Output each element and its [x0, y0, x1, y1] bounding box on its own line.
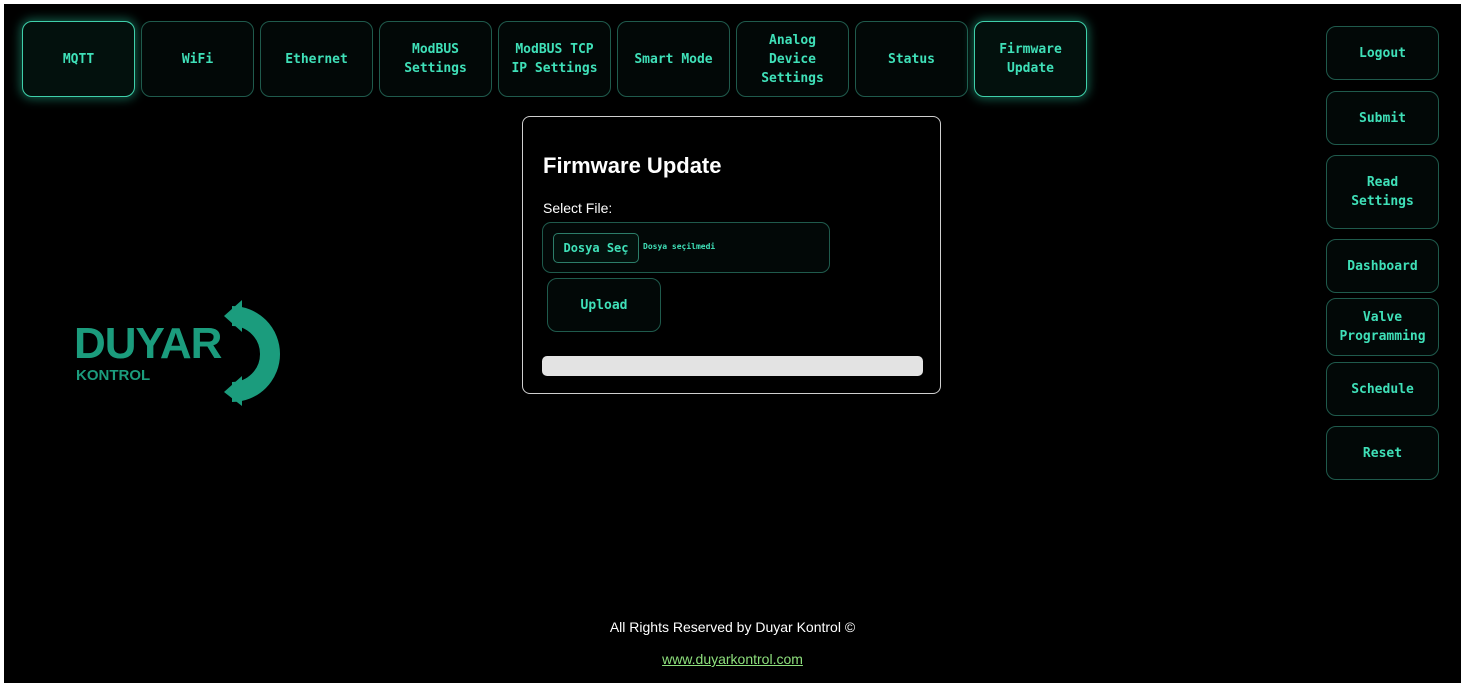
read-settings-button[interactable]: Read Settings [1326, 155, 1439, 229]
dashboard-button[interactable]: Dashboard [1326, 239, 1439, 293]
footer-copyright: All Rights Reserved by Duyar Kontrol © [609, 619, 856, 635]
duyar-kontrol-logo: DUYAR KONTROL [74, 296, 294, 406]
tab-modbus-settings[interactable]: ModBUS Settings [379, 21, 492, 97]
upload-button[interactable]: Upload [547, 278, 661, 332]
tab-firmware-update[interactable]: Firmware Update [974, 21, 1087, 97]
tab-analog-device-settings[interactable]: Analog Device Settings [736, 21, 849, 97]
choose-file-button[interactable]: Dosya Seç [553, 233, 639, 263]
firmware-update-title: Firmware Update [543, 153, 722, 178]
logo-arrow-icon [224, 300, 280, 406]
file-status-text: Dosya seçilmedi [643, 242, 716, 251]
upload-progress-bar [542, 356, 923, 376]
valve-programming-button[interactable]: Valve Programming [1326, 298, 1439, 356]
app-screen: MQTT WiFi Ethernet ModBUS Settings ModBU… [4, 4, 1461, 683]
reset-button[interactable]: Reset [1326, 426, 1439, 480]
logout-button[interactable]: Logout [1326, 26, 1439, 80]
tab-ethernet[interactable]: Ethernet [260, 21, 373, 97]
firmware-update-card: Firmware Update Select File: Dosya Seç D… [522, 116, 941, 394]
footer-link-container: www.duyarkontrol.com [4, 651, 1461, 667]
tab-mqtt[interactable]: MQTT [22, 21, 135, 97]
logo-subtitle: KONTROL [76, 367, 151, 384]
select-file-label: Select File: [543, 200, 613, 216]
website-link[interactable]: www.duyarkontrol.com [662, 651, 803, 667]
file-input[interactable]: Dosya Seç Dosya seçilmedi [542, 222, 830, 273]
tab-status[interactable]: Status [855, 21, 968, 97]
tab-wifi[interactable]: WiFi [141, 21, 254, 97]
tab-modbus-tcp-ip-settings[interactable]: ModBUS TCP IP Settings [498, 21, 611, 97]
submit-button[interactable]: Submit [1326, 91, 1439, 145]
tab-smart-mode[interactable]: Smart Mode [617, 21, 730, 97]
schedule-button[interactable]: Schedule [1326, 362, 1439, 416]
